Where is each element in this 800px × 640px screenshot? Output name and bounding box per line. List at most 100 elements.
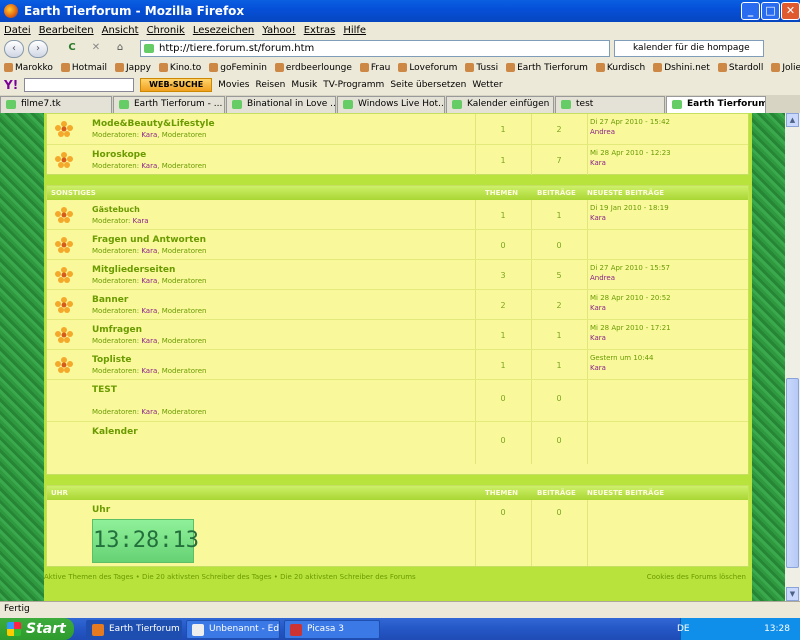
title-bar: Earth Tierforum - Mozilla Firefox _ □ ✕ [0, 0, 800, 22]
forum-row[interactable]: Uhr 0 0 13:28:13 [47, 500, 748, 566]
tab-windows-live[interactable]: Windows Live Hot... [337, 96, 445, 113]
bookmark-item[interactable]: Earth Tierforum [506, 63, 588, 73]
bookmark-item[interactable]: Frau [359, 63, 390, 73]
category-title[interactable]: UHR [51, 489, 68, 497]
tab-earth-tierforum-1[interactable]: Earth Tierforum - ... [113, 96, 225, 113]
language-indicator[interactable]: DE [677, 618, 690, 640]
taskbar: Start Earth Tierforum ... Unbenannt - Ed… [0, 618, 800, 640]
back-button[interactable]: ‹ [4, 40, 24, 58]
bookmark-item[interactable]: Marokko [4, 63, 53, 73]
last-post-user[interactable]: Kara [590, 159, 606, 167]
forum-row[interactable]: Fragen und Antworten Moderatoren: Kara, … [47, 230, 748, 260]
bookmark-item[interactable]: Jolie [771, 63, 800, 73]
scroll-down-icon[interactable]: ▼ [786, 587, 799, 601]
web-search-button[interactable]: WEB-SUCHE [140, 78, 213, 92]
tab-filme7[interactable]: filme7.tk [0, 96, 112, 113]
tab-kalender[interactable]: Kalender einfügen [446, 96, 554, 113]
yahoo-item-tv[interactable]: TV-Programm [323, 80, 384, 90]
yahoo-item-translate[interactable]: Seite übersetzen [390, 80, 466, 90]
forum-beitraege-count: 2 [556, 125, 562, 134]
start-button[interactable]: Start [0, 618, 74, 640]
yahoo-item-movies[interactable]: Movies [218, 80, 249, 90]
forum-name[interactable]: Banner [92, 295, 128, 305]
category-header: SONSTIGES THEMEN BEITRÄGE NEUESTE BEITRÄ… [47, 186, 748, 200]
forum-themen-count: 1 [500, 331, 506, 340]
bookmark-item[interactable]: Dshini.net [653, 63, 710, 73]
clock-time[interactable]: 13:28 [764, 618, 790, 640]
category-title[interactable]: SONSTIGES [51, 189, 96, 197]
last-post-user[interactable]: Kara [590, 304, 606, 312]
menu-ansicht[interactable]: Ansicht [102, 25, 139, 36]
maximize-button[interactable]: □ [761, 2, 780, 20]
tab-binational[interactable]: Binational in Love ... [226, 96, 336, 113]
forum-name[interactable]: Umfragen [92, 325, 142, 335]
yahoo-logo[interactable]: Y! [4, 78, 18, 92]
forum-row[interactable]: Banner Moderatoren: Kara, Moderatoren 2 … [47, 290, 748, 320]
forum-name[interactable]: TEST [92, 385, 117, 395]
forum-row[interactable]: Mitgliederseiten Moderatoren: Kara, Mode… [47, 260, 748, 290]
forum-moderators: Moderatoren: Kara, Moderatoren [92, 307, 207, 315]
forum-row[interactable]: Mode&Beauty&Lifestyle Moderatoren: Kara,… [47, 114, 748, 145]
tab-earth-tierforum-active[interactable]: Earth Tierforum [666, 96, 766, 113]
delete-cookies-link[interactable]: Cookies des Forums löschen [647, 573, 746, 581]
yahoo-item-wetter[interactable]: Wetter [472, 80, 502, 90]
bookmark-icon [4, 63, 13, 72]
forum-row[interactable]: Kalender 0 0 [47, 422, 748, 464]
yahoo-item-reisen[interactable]: Reisen [256, 80, 286, 90]
last-post-date: Di 27 Apr 2010 - 15:42 [590, 118, 670, 126]
task-picasa[interactable]: Picasa 3 [284, 620, 380, 639]
forum-name[interactable]: Uhr [92, 505, 110, 515]
footer-links[interactable]: Aktive Themen des Tages • Die 20 aktivst… [44, 573, 416, 581]
menu-chronik[interactable]: Chronik [147, 25, 185, 36]
forum-name[interactable]: Horoskope [92, 150, 146, 160]
menu-bearbeiten[interactable]: Bearbeiten [39, 25, 94, 36]
minimize-button[interactable]: _ [741, 2, 760, 20]
stop-button[interactable]: ✕ [86, 40, 106, 58]
forum-name[interactable]: Mode&Beauty&Lifestyle [92, 119, 215, 129]
last-post-user[interactable]: Kara [590, 214, 606, 222]
scrollbar-thumb[interactable] [786, 378, 799, 568]
bookmark-item[interactable]: goFeminin [209, 63, 267, 73]
home-button[interactable]: ⌂ [110, 40, 130, 58]
bookmark-item[interactable]: Loveforum [398, 63, 457, 73]
close-button[interactable]: ✕ [781, 2, 800, 20]
forum-row[interactable]: TEST Moderatoren: Kara, Moderatoren 0 0 [47, 380, 748, 422]
last-post-user[interactable]: Kara [590, 364, 606, 372]
last-post-user[interactable]: Andrea [590, 274, 615, 282]
forum-row[interactable]: Gästebuch Moderator: Kara 1 1 Di 19 Jan … [47, 200, 748, 230]
bookmark-item[interactable]: Hotmail [60, 63, 107, 73]
last-post-user[interactable]: Kara [590, 334, 606, 342]
forum-name[interactable]: Mitgliederseiten [92, 265, 175, 275]
task-firefox[interactable]: Earth Tierforum ... [86, 620, 182, 639]
menu-extras[interactable]: Extras [304, 25, 336, 36]
menu-yahoo[interactable]: Yahoo! [262, 25, 295, 36]
last-post-user[interactable]: Andrea [590, 128, 615, 136]
forum-name[interactable]: Fragen und Antworten [92, 235, 206, 245]
reload-button[interactable]: C [62, 40, 82, 58]
bookmark-item[interactable]: Jappy [115, 63, 151, 73]
bookmark-item[interactable]: Kurdisch [595, 63, 645, 73]
forum-row[interactable]: Horoskope Moderatoren: Kara, Moderatoren… [47, 145, 748, 175]
menu-lesezeichen[interactable]: Lesezeichen [193, 25, 254, 36]
bookmark-item[interactable]: erdbeerlounge [274, 63, 352, 73]
tab-test[interactable]: test [555, 96, 665, 113]
bookmark-item[interactable]: Stardoll [717, 63, 763, 73]
search-input[interactable]: kalender für die hompage [614, 40, 764, 57]
yahoo-search-input[interactable] [24, 78, 135, 92]
forum-name[interactable]: Topliste [92, 355, 132, 365]
forward-button[interactable]: › [28, 40, 48, 58]
menu-datei[interactable]: Datei [4, 25, 31, 36]
forum-name[interactable]: Gästebuch [92, 205, 140, 214]
task-editor[interactable]: Unbenannt - Edi... [186, 620, 280, 639]
bookmark-icon [115, 63, 124, 72]
yahoo-item-musik[interactable]: Musik [291, 80, 317, 90]
address-bar[interactable]: http://tiere.forum.st/forum.htm [140, 40, 610, 57]
menu-hilfe[interactable]: Hilfe [343, 25, 366, 36]
bookmark-item[interactable]: Kino.to [158, 63, 201, 73]
scroll-up-icon[interactable]: ▲ [786, 113, 799, 127]
forum-name[interactable]: Kalender [92, 427, 138, 437]
bookmark-item[interactable]: Tussi [465, 63, 498, 73]
forum-row[interactable]: Topliste Moderatoren: Kara, Moderatoren … [47, 350, 748, 380]
vertical-scrollbar[interactable]: ▲ ▼ [785, 113, 800, 601]
forum-row[interactable]: Umfragen Moderatoren: Kara, Moderatoren … [47, 320, 748, 350]
